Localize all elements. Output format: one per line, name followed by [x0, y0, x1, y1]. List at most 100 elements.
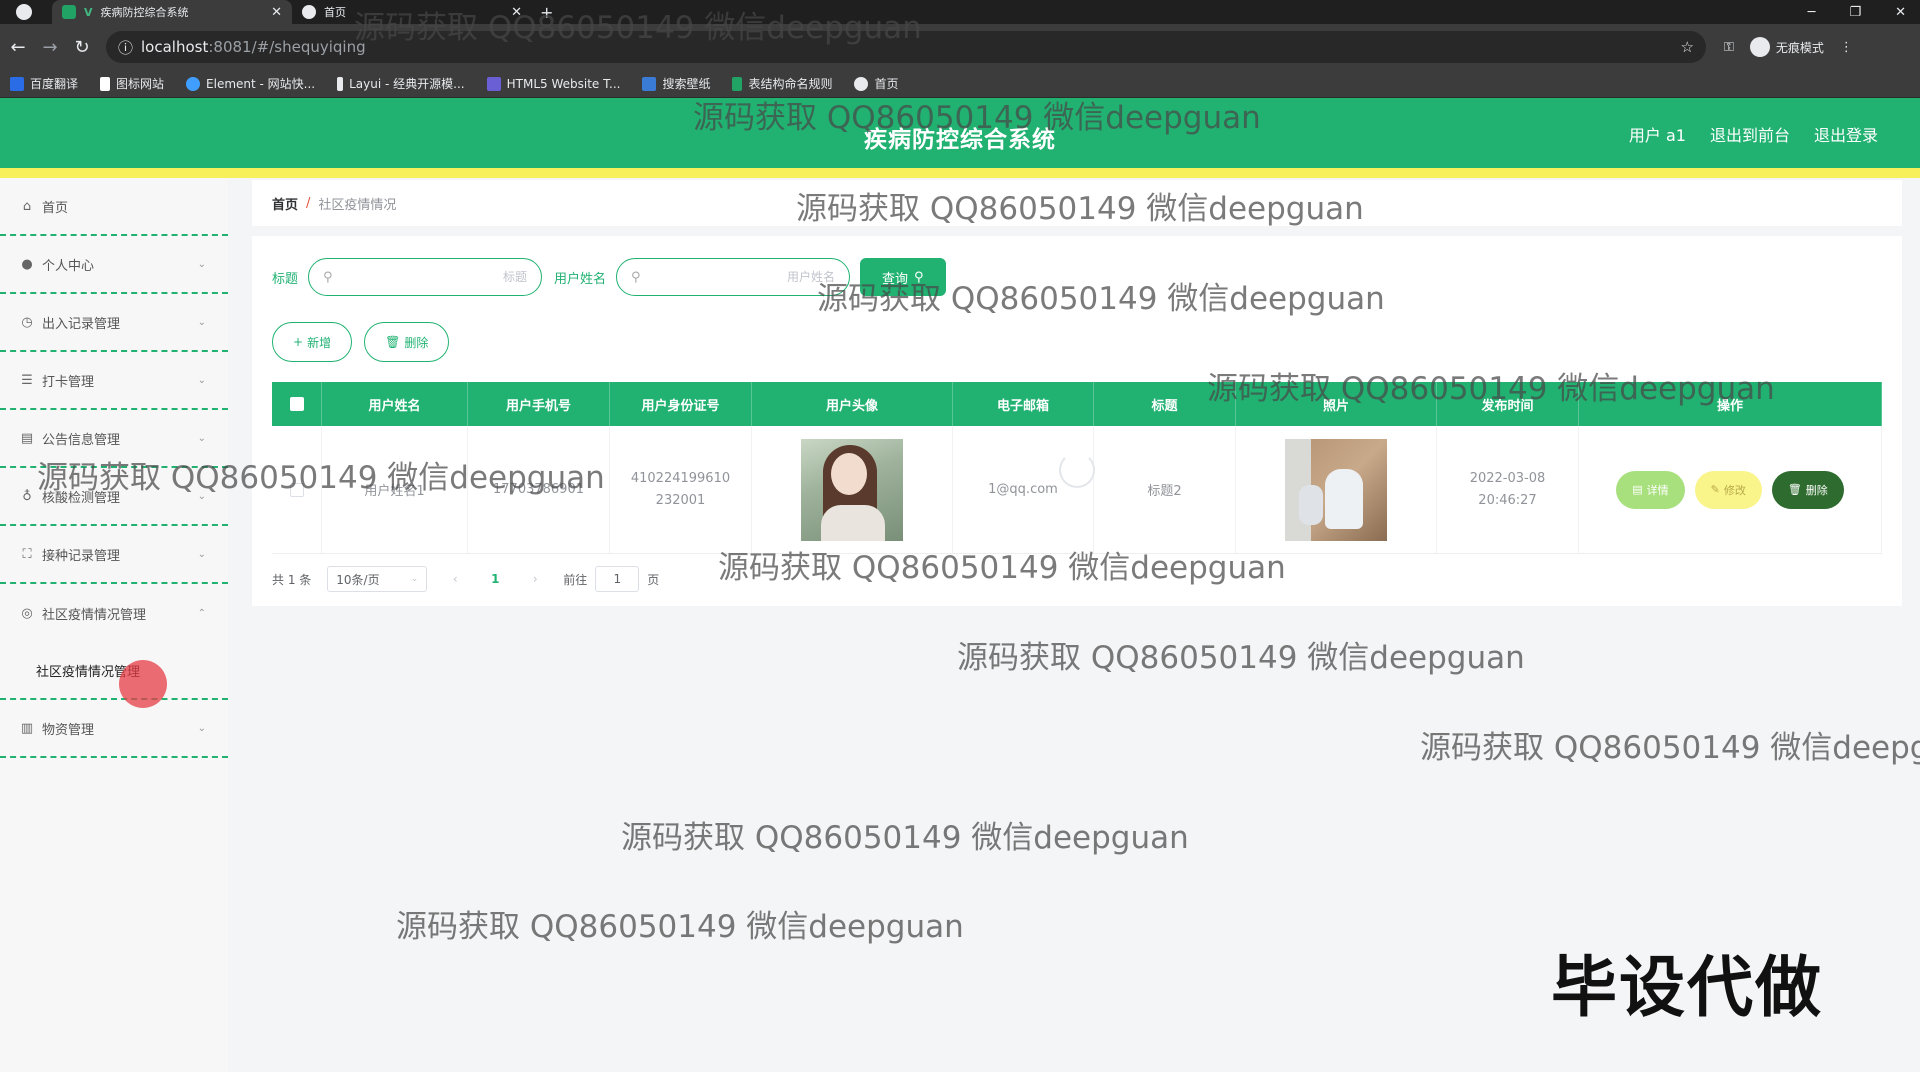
search-icon: ⚲: [631, 269, 641, 285]
sidebar-item-checkin[interactable]: ☰ 打卡管理 ⌄: [0, 352, 228, 410]
tab-label: 首页: [324, 6, 346, 19]
incognito-badge[interactable]: 无痕模式: [1749, 37, 1824, 57]
chevron-down-icon: ⌄: [197, 548, 206, 560]
sidebar-item-community-epidemic[interactable]: ◎ 社区疫情情况管理 ⌃: [0, 584, 228, 642]
sidebar-item-supplies[interactable]: ▥ 物资管理 ⌄: [0, 700, 228, 758]
back-to-front-link[interactable]: 退出到前台: [1710, 122, 1790, 146]
sidebar-item-nucleic-test[interactable]: ♁ 核酸检测管理 ⌄: [0, 468, 228, 526]
sidebar-item-label: 出入记录管理: [42, 316, 121, 332]
back-icon[interactable]: ←: [4, 37, 32, 58]
cell-phone: 17703786901: [468, 426, 610, 553]
batch-delete-button[interactable]: 🗑 删除: [364, 322, 450, 362]
window-controls: ─ ❐ ✕: [1808, 5, 1920, 20]
tab-inactive[interactable]: 首页 ✕: [292, 0, 532, 24]
cell-email: 1@qq.com: [953, 426, 1094, 553]
tab-close-icon[interactable]: ✕: [271, 5, 282, 20]
url-input[interactable]: ⓘ localhost:8081/#/shequyiqing ☆: [106, 31, 1706, 63]
column-header: 操作: [1579, 382, 1882, 426]
flag-icon: [100, 76, 111, 91]
username-search-field[interactable]: ⚲: [616, 258, 851, 296]
chevron-down-icon: ⌄: [197, 722, 206, 734]
bookmark-item[interactable]: 百度翻译: [10, 75, 78, 92]
browser-menu-icon[interactable]: [16, 4, 32, 20]
header-accent-bar: [0, 168, 1920, 178]
title-search-field[interactable]: ⚲: [308, 258, 543, 296]
column-header: 用户姓名: [322, 382, 468, 426]
username-search-input[interactable]: [648, 270, 836, 284]
globe-icon: [302, 5, 316, 19]
bookmark-item[interactable]: HTML5 Website T...: [486, 76, 620, 91]
site-info-icon[interactable]: ⓘ: [118, 37, 133, 58]
bookmark-item[interactable]: 图标网站: [100, 75, 164, 92]
bookmark-label: Layui - 经典开源模...: [349, 77, 465, 91]
page-size-select[interactable]: 10条/页 ⌄: [327, 566, 428, 592]
avatar-image: [801, 438, 903, 541]
bookmark-item[interactable]: Element - 网站快...: [186, 75, 315, 92]
home-icon: ⌂: [22, 198, 32, 214]
loading-spinner-icon: [1059, 452, 1095, 488]
detail-label: 详情: [1646, 483, 1669, 497]
clipboard-icon: ▤: [20, 430, 34, 446]
window-close-icon[interactable]: ✕: [1895, 5, 1906, 20]
app-header: 疾病防控综合系统 用户 a1 退出到前台 退出登录: [0, 98, 1920, 168]
cell-username: 用户姓名1: [322, 426, 468, 553]
sidebar-subitem-community-epidemic[interactable]: 社区疫情情况管理: [0, 642, 228, 700]
browser-more-icon[interactable]: ⋮: [1840, 40, 1853, 55]
select-all-checkbox[interactable]: [289, 397, 304, 411]
logout-link[interactable]: 退出登录: [1814, 122, 1878, 146]
bookmark-item[interactable]: 首页: [854, 75, 899, 92]
reload-icon[interactable]: ↻: [68, 37, 96, 58]
tab-close-icon[interactable]: ✕: [511, 5, 522, 20]
edit-button[interactable]: ✎ 修改: [1694, 470, 1762, 509]
bookmark-star-icon[interactable]: ☆: [1681, 38, 1694, 56]
bookmark-item[interactable]: Layui - 经典开源模...: [337, 75, 465, 92]
add-button-label: 新增: [307, 335, 332, 350]
new-tab-icon[interactable]: +: [540, 3, 553, 22]
click-indicator: [119, 660, 167, 708]
trash-icon: 🗑: [385, 335, 401, 349]
sidebar-item-personal-center[interactable]: ● 个人中心 ⌄: [0, 236, 228, 294]
search-icon: ⚲: [914, 269, 924, 285]
edit-icon: ✎: [1710, 483, 1720, 496]
address-bar-row: ← → ↻ ⓘ localhost:8081/#/shequyiqing ☆ ⚿…: [0, 24, 1920, 70]
chart-icon: ▥: [20, 720, 34, 736]
key-icon[interactable]: ⚿: [1724, 40, 1734, 55]
query-button[interactable]: 查询 ⚲: [860, 258, 946, 296]
title-search-input[interactable]: [340, 270, 528, 284]
add-button[interactable]: + 新增: [272, 322, 353, 362]
element-icon: [186, 76, 201, 91]
globe-icon: [854, 76, 869, 91]
plus-icon: +: [293, 335, 304, 349]
pagination: 共 1 条 10条/页 ⌄ ‹ 1 › 前往 1 页: [272, 566, 659, 592]
cell-avatar: [752, 426, 953, 553]
detail-button[interactable]: ▤ 详情: [1616, 470, 1685, 509]
page-number[interactable]: 1: [483, 572, 507, 586]
bookmark-item[interactable]: 搜索壁纸: [642, 75, 710, 92]
forward-icon[interactable]: →: [36, 37, 64, 58]
tab-label: 疾病防控综合系统: [100, 6, 189, 19]
restore-icon[interactable]: ❐: [1849, 5, 1861, 20]
tab-active[interactable]: V 疾病防控综合系统 ✕: [52, 0, 292, 24]
column-header: 用户手机号: [468, 382, 610, 426]
watermark: 源码获取 QQ86050149 微信deepguan: [621, 820, 1189, 856]
current-user: 用户 a1: [1628, 126, 1686, 145]
row-delete-button[interactable]: 🗑 删除: [1771, 470, 1844, 509]
breadcrumb-home[interactable]: 首页: [272, 194, 298, 213]
prev-page-icon[interactable]: ‹: [443, 572, 467, 586]
sidebar-item-home[interactable]: ⌂ 首页: [0, 178, 228, 236]
bookmark-item[interactable]: 表结构命名规则: [732, 75, 832, 92]
next-page-icon[interactable]: ›: [523, 572, 547, 586]
sidebar-item-vaccination[interactable]: ⛶ 接种记录管理 ⌄: [0, 526, 228, 584]
sidebar-item-label: 个人中心: [42, 258, 95, 274]
row-checkbox[interactable]: [289, 482, 304, 497]
sidebar-item-announcements[interactable]: ▤ 公告信息管理 ⌄: [0, 410, 228, 468]
delete-label: 删除: [1805, 483, 1828, 497]
goto-page-input[interactable]: 1: [595, 566, 640, 592]
watermark: 源码获取 QQ86050149 微信deepguan: [957, 640, 1525, 676]
sidebar-item-access-records[interactable]: ◷ 出入记录管理 ⌄: [0, 294, 228, 352]
trash-icon: 🗑: [1787, 483, 1802, 496]
column-header: 照片: [1236, 382, 1437, 426]
vue-icon: V: [84, 5, 93, 19]
query-button-label: 查询: [882, 271, 909, 287]
minimize-icon[interactable]: ─: [1808, 5, 1816, 20]
